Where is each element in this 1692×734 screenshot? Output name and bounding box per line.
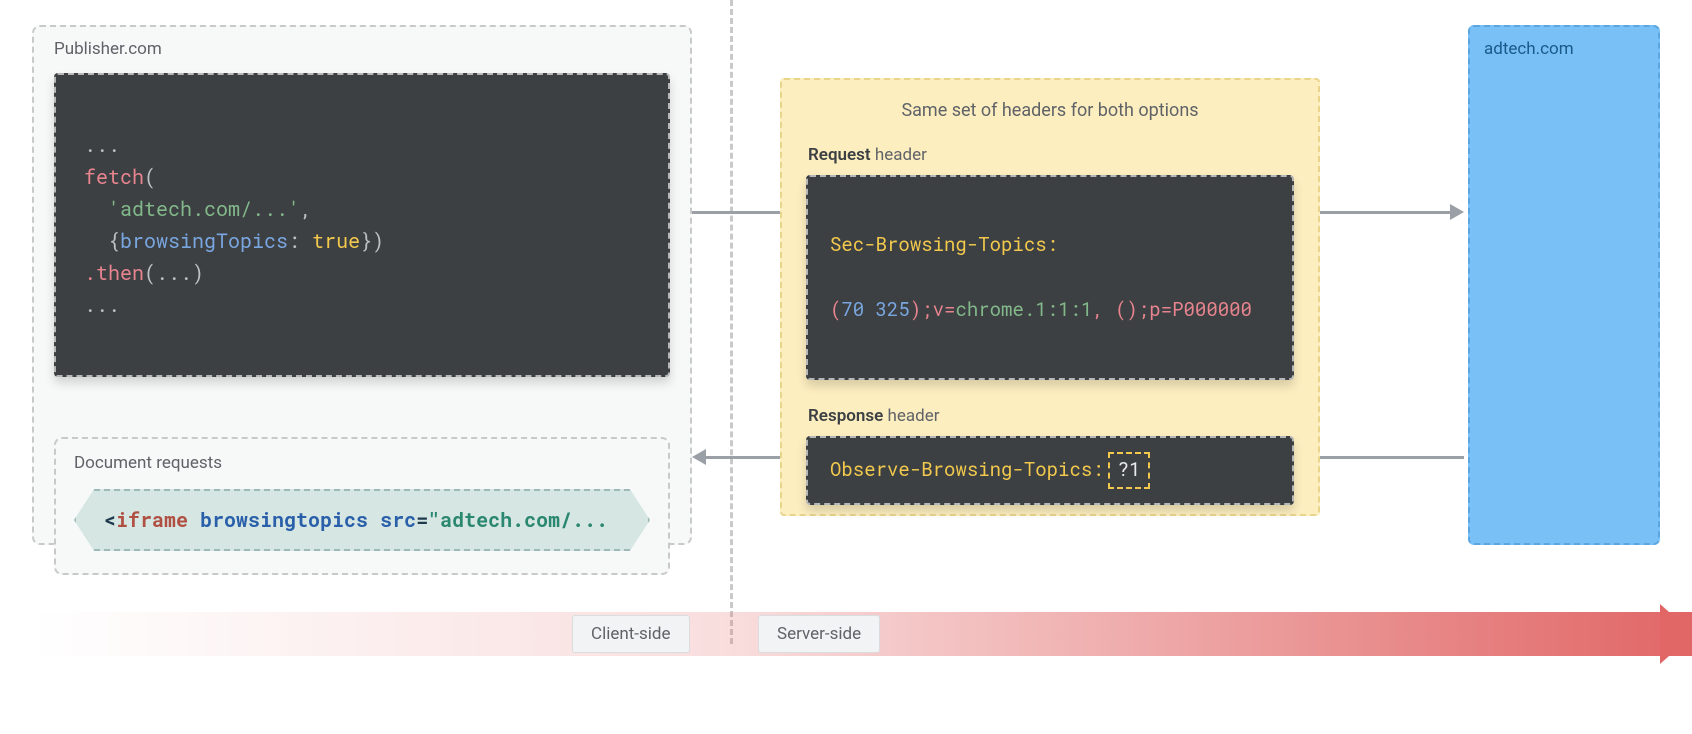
arrow-response-left	[706, 456, 780, 459]
publisher-panel: Publisher.com ... fetch( 'adtech.com/...…	[32, 25, 692, 545]
req-chrome: chrome.1:1:1	[955, 297, 1092, 322]
code-fetch: fetch	[84, 164, 144, 190]
code-url: 'adtech.com/...'	[108, 196, 300, 222]
request-header-box: Sec-Browsing-Topics: (70 325);v=chrome.1…	[806, 175, 1294, 380]
code-paren-open: (	[144, 164, 156, 190]
code-comma: ,	[300, 196, 312, 222]
headers-panel: Same set of headers for both options Req…	[780, 78, 1320, 516]
arrow-request-head-icon	[1450, 204, 1464, 220]
code-then: .then	[84, 260, 144, 286]
iframe-code: <iframe browsingtopics src="adtech.com/.…	[74, 489, 650, 551]
response-header-label: Response header	[808, 406, 1294, 426]
client-server-gradient: Client-side Server-side	[32, 612, 1692, 656]
document-requests-panel: Document requests <iframe browsingtopics…	[54, 437, 670, 575]
iframe-tag-hex: <iframe browsingtopics src="adtech.com/.…	[74, 489, 650, 551]
req-n2: 325	[876, 297, 910, 322]
code-opt-val: true	[312, 228, 360, 254]
req-p2: );v=	[910, 297, 956, 322]
code-colon: :	[288, 228, 312, 254]
code-brace-close: })	[360, 228, 384, 254]
doc-val: "adtech.com/...	[428, 507, 608, 533]
arrow-request-left	[692, 211, 780, 214]
doc-attr1: browsingtopics	[200, 507, 380, 533]
code-ellipsis: ...	[84, 132, 120, 158]
arrow-request-right	[1320, 211, 1450, 214]
client-server-divider	[730, 0, 733, 644]
arrow-response-right	[1320, 456, 1464, 459]
doc-lt: <	[104, 507, 116, 533]
response-header-value: ?1	[1108, 452, 1151, 488]
request-header-name: Sec-Browsing-Topics:	[830, 232, 1058, 257]
headers-panel-title: Same set of headers for both options	[806, 100, 1294, 121]
document-requests-label: Document requests	[74, 453, 650, 473]
response-header-name: Observe-Browsing-Topics:	[830, 457, 1104, 482]
server-side-label: Server-side	[758, 615, 880, 653]
code-brace-open: {	[84, 228, 120, 254]
client-side-label: Client-side	[572, 615, 690, 653]
code-then-args: (...)	[144, 260, 204, 286]
req-pnum: P000000	[1172, 297, 1252, 322]
req-p3: , ();p=	[1092, 297, 1172, 322]
doc-attr2: src	[380, 507, 416, 533]
req-p1: (	[830, 297, 841, 322]
publisher-label: Publisher.com	[54, 39, 670, 59]
adtech-panel: adtech.com	[1468, 25, 1660, 545]
doc-eq: =	[416, 507, 428, 533]
code-ellipsis-2: ...	[84, 292, 120, 318]
fetch-code-block: ... fetch( 'adtech.com/...', {browsingTo…	[54, 73, 670, 377]
req-n1: 70	[841, 297, 875, 322]
code-opt-key: browsingTopics	[120, 228, 288, 254]
doc-tag: iframe	[116, 507, 200, 533]
response-header-box: Observe-Browsing-Topics:?1	[806, 436, 1294, 504]
arrow-response-head-icon	[692, 449, 706, 465]
request-header-label: Request header	[808, 145, 1294, 165]
adtech-label: adtech.com	[1484, 39, 1644, 59]
